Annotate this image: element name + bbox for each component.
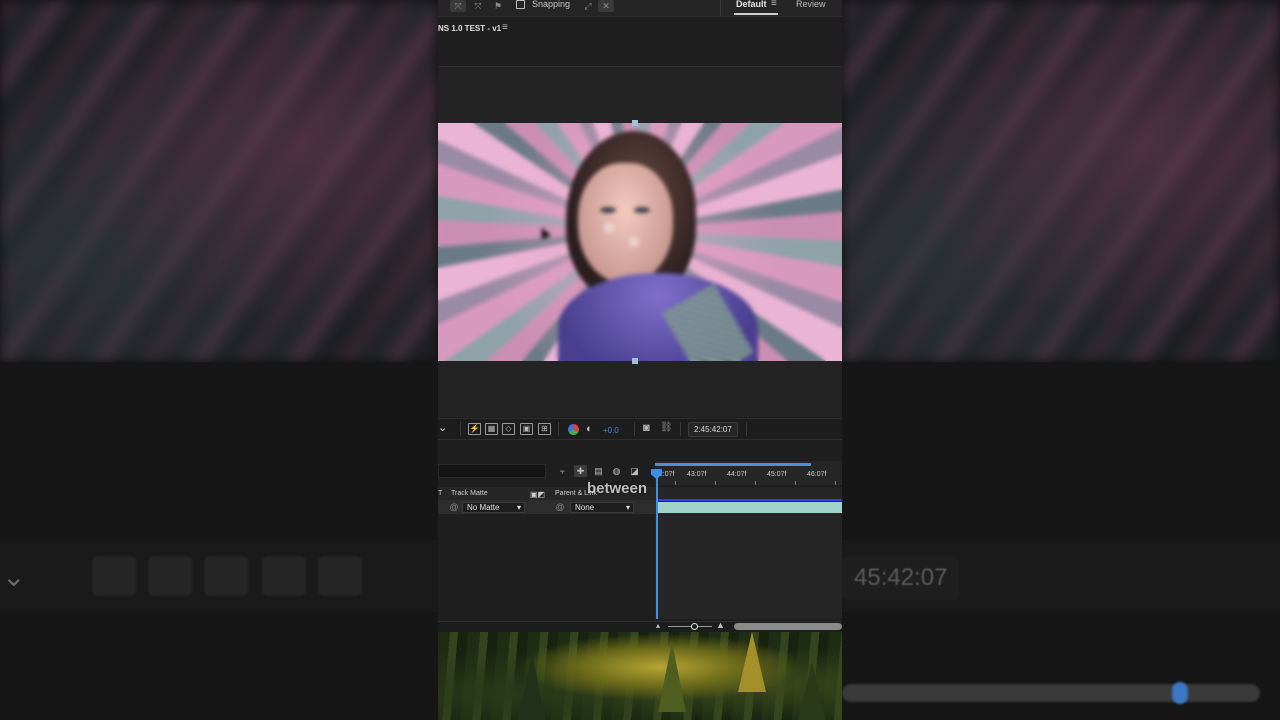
transparency-grid-icon[interactable]: ▦ [485, 423, 498, 435]
mask-path-icon[interactable]: ◇ [502, 423, 515, 435]
composition-tab-bar: NS 1.0 TEST - v1 ≡ [438, 17, 842, 41]
exposure-value[interactable]: +0.0 [603, 426, 619, 435]
caption-overlay: between [587, 480, 648, 497]
ruler-tick [835, 481, 836, 485]
time-ruler[interactable]: 42:07f 43:07f 44:07f 45:07f 46:07f [655, 461, 842, 485]
workspace-review-tab[interactable]: Review [796, 0, 826, 9]
timeline-footer: ▴ ▲ [438, 620, 842, 632]
ruler-label: 44:07f [727, 471, 747, 478]
motion-blur-overlay [438, 123, 842, 361]
hide-shy-icon[interactable]: ⫟ [556, 465, 569, 477]
active-tab-underline [734, 13, 778, 15]
ruler-label: 43:07f [687, 471, 707, 478]
ghost-scroll-knob [1172, 682, 1188, 704]
ghost-button [318, 556, 362, 596]
rgb-channels-icon[interactable] [568, 424, 579, 435]
viewer-toolbar: ⌄ ⚡ ▦ ◇ ▣ ⊞ ◐ +0.0 ◙ ⛓ 2:45:42:07 [438, 418, 842, 440]
composition-viewer[interactable] [438, 67, 842, 417]
divider [558, 422, 559, 436]
tool-icon[interactable]: ⤧ [470, 0, 486, 12]
flag-icon[interactable]: ⚑ [490, 0, 506, 12]
column-toggle-icon[interactable]: ▣◩ [530, 490, 545, 499]
background-video-blur [842, 0, 1280, 362]
divider [634, 422, 635, 436]
ruler-tick [715, 481, 716, 485]
ruler-label: 46:07f [807, 471, 827, 478]
app-window: ⤧ ⤧ ⚑ Snapping ⤢ ✕ Default ≡ Review NS 1… [438, 0, 842, 720]
ruler-tick [755, 481, 756, 485]
transform-handle-bottom[interactable] [632, 358, 638, 364]
motion-blur-icon[interactable]: ▤ [592, 465, 605, 477]
camera-snapshot-icon[interactable]: ◙ [643, 422, 650, 434]
ghost-timecode: 45:42:07 [842, 556, 960, 600]
show-snapshot-icon[interactable]: ⛓ [660, 422, 673, 433]
ruler-label: 45:07f [767, 471, 787, 478]
tree-shape [798, 662, 826, 720]
tree-shape [518, 652, 546, 720]
timeline-scrollbar[interactable] [734, 623, 842, 630]
video-frame[interactable] [438, 123, 842, 361]
column-header-track-matte: Track Matte [451, 490, 488, 497]
playhead-line[interactable] [656, 471, 658, 619]
parent-value: None [575, 503, 595, 512]
timeline-track-area[interactable] [655, 515, 842, 619]
track-matte-dropdown[interactable]: No Matte ▾ [462, 502, 525, 513]
region-of-interest-icon[interactable]: ▣ [520, 423, 533, 435]
tool-icon[interactable]: ⤧ [450, 0, 466, 12]
fast-preview-icon[interactable]: ⚡ [468, 423, 481, 435]
zoom-out-mountain-icon[interactable]: ▴ [656, 621, 660, 630]
layer-duration-bar[interactable] [657, 502, 842, 513]
ruler-tick [795, 481, 796, 485]
tree-shape [658, 642, 686, 712]
chevron-down-icon: ▾ [516, 503, 521, 512]
layer-search-input[interactable] [438, 464, 546, 478]
divider [680, 422, 681, 436]
chevron-down-icon: ▾ [625, 503, 630, 512]
transform-handle-top[interactable] [632, 120, 638, 126]
parent-pickwhip-icon[interactable]: @ [555, 502, 565, 512]
workspace-default-tab[interactable]: Default [736, 0, 767, 9]
chevron-down-icon[interactable]: ⌄ [438, 421, 447, 434]
ghost-button [262, 556, 306, 596]
column-header-t: T [438, 490, 443, 497]
divider [460, 422, 461, 436]
zoom-slider-knob[interactable] [691, 623, 698, 630]
parent-dropdown[interactable]: None ▾ [570, 502, 634, 513]
graph-editor-icon[interactable]: ◍ [610, 465, 623, 477]
top-toolbar: ⤧ ⤧ ⚑ Snapping ⤢ ✕ Default ≡ Review [438, 0, 842, 17]
snapping-label: Snapping [532, 0, 571, 9]
exposure-icon[interactable]: ◐ [586, 423, 593, 435]
layer-selection-line [656, 499, 842, 501]
ghost-button [92, 556, 136, 596]
background-video-blur [0, 0, 438, 362]
zoom-in-mountain-icon[interactable]: ▲ [716, 620, 725, 630]
ghost-chevron-icon: ⌄ [2, 561, 26, 592]
ruler-tick [675, 481, 676, 485]
snap-tool-icon[interactable]: ⤢ [580, 0, 596, 12]
background-blur-left: ⌄ [0, 0, 438, 720]
ghost-scrollbar [842, 684, 1260, 702]
divider [746, 422, 747, 436]
overlay-video-forest [438, 632, 842, 720]
zoom-slider-track[interactable] [668, 626, 712, 627]
hamburger-icon[interactable]: ≡ [771, 0, 777, 9]
track-matte-pickwhip-icon[interactable]: @ [449, 502, 459, 512]
ghost-button [204, 556, 248, 596]
divider [720, 0, 721, 16]
hamburger-icon[interactable]: ≡ [502, 22, 508, 33]
ghost-button [148, 556, 192, 596]
snapping-checkbox[interactable] [516, 0, 525, 9]
frame-blend-icon[interactable]: ✚ [574, 465, 587, 477]
background-blur-right: 45:42:07 [842, 0, 1280, 720]
work-area-bar[interactable] [655, 463, 811, 466]
current-time-display[interactable]: 2:45:42:07 [688, 422, 738, 437]
timeline-panel: ⫟ ✚ ▤ ◍ ◪ 42:07f 43:07f 44:07f 45:07f 46… [438, 441, 842, 621]
track-matte-value: No Matte [467, 503, 500, 512]
tree-shape [738, 632, 766, 692]
composition-tab[interactable]: NS 1.0 TEST - v1 [438, 24, 501, 33]
snap-tool-icon[interactable]: ✕ [598, 0, 614, 12]
draft-3d-icon[interactable]: ◪ [628, 465, 641, 477]
guides-icon[interactable]: ⊞ [538, 423, 551, 435]
